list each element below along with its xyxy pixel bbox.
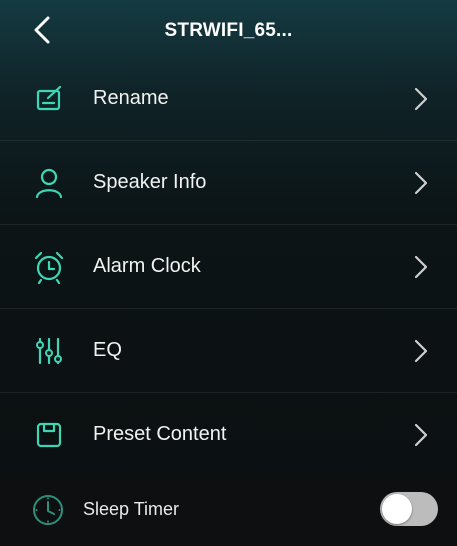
chevron-right-icon — [414, 255, 428, 278]
menu-item-label: Alarm Clock — [93, 255, 201, 277]
menu-item-label: EQ — [93, 339, 122, 361]
menu-item-label: Speaker Info — [93, 171, 207, 193]
sleep-timer-row: Sleep Timer — [0, 473, 457, 546]
preset-icon — [32, 418, 66, 452]
menu-item-alarm-clock[interactable]: Alarm Clock — [0, 225, 457, 309]
menu-item-label: Rename — [93, 87, 169, 109]
settings-list: Rename Speaker Info Alarm Clock EQ Prese… — [0, 57, 457, 477]
header: STRWIFI_65... — [0, 0, 457, 62]
sleep-timer-label: Sleep Timer — [83, 499, 180, 519]
chevron-right-icon — [414, 171, 428, 194]
menu-item-eq[interactable]: EQ — [0, 309, 457, 393]
toggle-knob — [382, 494, 412, 524]
sleep-timer-toggle[interactable] — [380, 492, 438, 526]
user-icon — [32, 166, 66, 200]
chevron-left-icon — [34, 16, 50, 44]
menu-item-speaker-info[interactable]: Speaker Info — [0, 141, 457, 225]
edit-icon — [32, 82, 66, 116]
alarm-clock-icon — [32, 250, 66, 284]
menu-item-label: Preset Content — [93, 423, 227, 445]
clock-icon — [31, 493, 65, 527]
chevron-right-icon — [414, 87, 428, 110]
equalizer-icon — [32, 334, 66, 368]
back-button[interactable] — [24, 12, 60, 48]
menu-item-rename[interactable]: Rename — [0, 57, 457, 141]
menu-item-preset-content[interactable]: Preset Content — [0, 393, 457, 477]
chevron-right-icon — [414, 423, 428, 446]
page-title: STRWIFI_65... — [164, 20, 293, 41]
chevron-right-icon — [414, 339, 428, 362]
app-screen: STRWIFI_65... Rename Speaker Info Alarm … — [0, 0, 457, 546]
